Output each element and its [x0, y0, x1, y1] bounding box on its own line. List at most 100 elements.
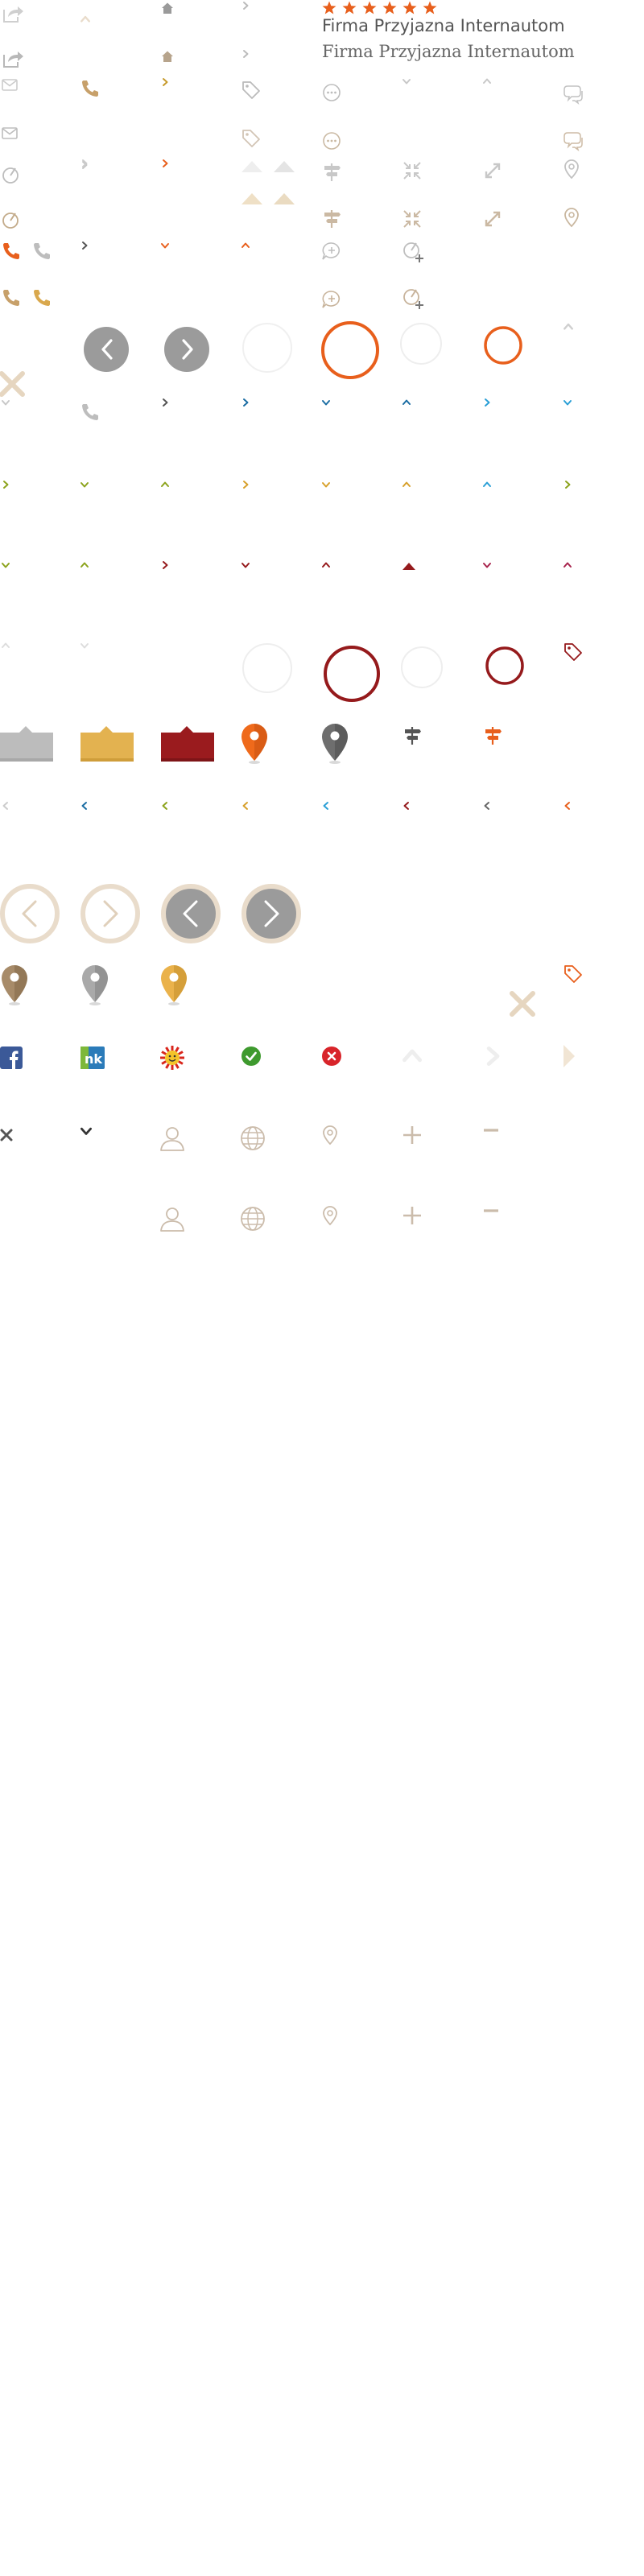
user-icon-2 — [159, 1206, 185, 1232]
speedometer-icon-grey — [2, 166, 19, 184]
triangle-up-icon-beige2 — [274, 193, 295, 204]
close-icon-beige-2 — [510, 991, 535, 1017]
location-pin-icon-2 — [322, 1206, 341, 1232]
chevron-down-icon-orange — [161, 242, 169, 250]
chevron-icon — [564, 561, 572, 569]
chevron-down-icon-dark[interactable] — [80, 1125, 92, 1137]
map-pin-brown — [0, 964, 29, 1006]
triangle-up-icon-light2 — [274, 161, 295, 172]
chevron-right-icon-light — [242, 2, 250, 10]
check-circle-icon — [242, 1046, 261, 1066]
signpost-icon-orange — [483, 724, 502, 745]
close-icon-beige — [0, 371, 25, 397]
ring-orange — [320, 320, 380, 380]
map-pin-grey — [320, 723, 349, 765]
chevron-left-icon — [161, 802, 169, 810]
chevron-icon — [483, 481, 491, 489]
close-icon-dark[interactable] — [0, 1129, 13, 1141]
chevron-up-icon-light — [80, 14, 90, 24]
chevron-icon — [564, 481, 572, 489]
plus-icon[interactable] — [402, 1125, 422, 1145]
prev-ring-button-grey[interactable] — [161, 884, 221, 943]
folder-tab-dark-red — [161, 723, 214, 762]
map-pin-gold — [159, 964, 188, 1006]
globe-icon-2 — [240, 1206, 266, 1232]
chevron-icon — [242, 561, 250, 569]
chevron-icon — [322, 481, 330, 489]
envelope-icon-light — [2, 78, 18, 92]
chevron-up-icon-orange — [242, 242, 250, 250]
sprite-sheet: { "brand_text_sans": "Firma Przyjazna In… — [0, 0, 644, 2576]
chevron-icon — [322, 561, 330, 569]
prev-button[interactable] — [84, 327, 134, 377]
ring-light-small — [399, 322, 443, 365]
phone-icon-grey — [32, 242, 50, 259]
chevron-left-icon — [322, 802, 330, 810]
next-button[interactable] — [164, 327, 214, 377]
chevron-left-icon — [2, 802, 10, 810]
chat-bubbles-icon-beige — [564, 131, 583, 152]
chevron-icon — [161, 481, 169, 489]
chevron-icon — [80, 642, 89, 650]
ring-light-small-2 — [400, 646, 444, 689]
speedometer-icon-beige — [2, 211, 19, 229]
home-icon-beige — [161, 50, 174, 63]
phone-icon-beige — [80, 79, 98, 97]
chat-dots-icon-beige — [322, 131, 341, 151]
chevron-icon — [2, 561, 10, 569]
map-pin-orange — [240, 723, 269, 765]
chevron-up-icon-faint-2 — [402, 1046, 422, 1066]
chevron-icon — [2, 398, 10, 407]
rating-star-icon — [342, 1, 357, 14]
chevron-icon — [161, 398, 169, 407]
ring-dark-red-small — [485, 646, 525, 686]
rating-star-icon — [423, 1, 437, 14]
phone-icon-gold — [32, 288, 50, 306]
next-ring-button-grey[interactable] — [242, 884, 301, 943]
speedometer-plus-icon-beige — [402, 288, 425, 311]
ring-light-2 — [242, 642, 293, 694]
tag-icon-dark-red — [564, 642, 583, 662]
tag-icon-orange — [564, 964, 583, 984]
plus-icon-2[interactable] — [402, 1206, 422, 1225]
signpost-icon-grey — [322, 161, 341, 182]
chevron-left-icon — [483, 802, 491, 810]
location-pin-icon-beige — [564, 208, 580, 228]
triangle-up-icon-dark-red — [402, 563, 415, 570]
chevron-up-icon-light — [483, 77, 491, 85]
chevron-icon — [161, 561, 169, 569]
chevron-left-icon — [564, 802, 572, 810]
speedometer-plus-icon-grey — [402, 242, 425, 264]
expand-icon-grey — [483, 161, 502, 180]
phone-icon-orange — [2, 242, 19, 259]
chevron-right-icon-light3 — [80, 159, 89, 167]
signpost-icon-beige — [322, 208, 341, 229]
phone-icon-grey2 — [80, 402, 98, 420]
minus-icon-2[interactable] — [483, 1206, 499, 1216]
chevron-right-icon-orange — [161, 159, 169, 167]
next-ring-button-light[interactable] — [80, 884, 140, 943]
chevron-right-icon-light2 — [242, 50, 250, 58]
compress-icon-beige — [402, 209, 422, 229]
chevron-icon — [322, 398, 330, 407]
chevron-icon — [242, 481, 250, 489]
map-pin-silver — [80, 964, 109, 1006]
chevron-icon — [80, 481, 89, 489]
triangle-up-icon-beige1 — [242, 193, 262, 204]
tag-icon-grey — [242, 80, 261, 100]
brand-text-sans: Firma Przyjazna Internautom — [322, 16, 565, 35]
facebook-icon[interactable] — [0, 1046, 23, 1069]
signpost-icon-dark — [402, 724, 422, 745]
rating-star-icon — [322, 1, 336, 14]
svg-text:nk: nk — [85, 1051, 102, 1067]
minus-icon[interactable] — [483, 1125, 499, 1135]
ring-orange-small — [483, 325, 523, 365]
prev-ring-button-light[interactable] — [0, 884, 60, 943]
ring-light — [242, 322, 293, 374]
compress-icon-grey — [402, 161, 422, 180]
chevron-icon — [402, 398, 411, 407]
chevron-down-icon-light — [402, 77, 411, 85]
nk-icon[interactable]: nk — [80, 1046, 105, 1069]
chat-plus-icon-beige — [322, 290, 341, 309]
chevron-icon — [2, 642, 10, 650]
